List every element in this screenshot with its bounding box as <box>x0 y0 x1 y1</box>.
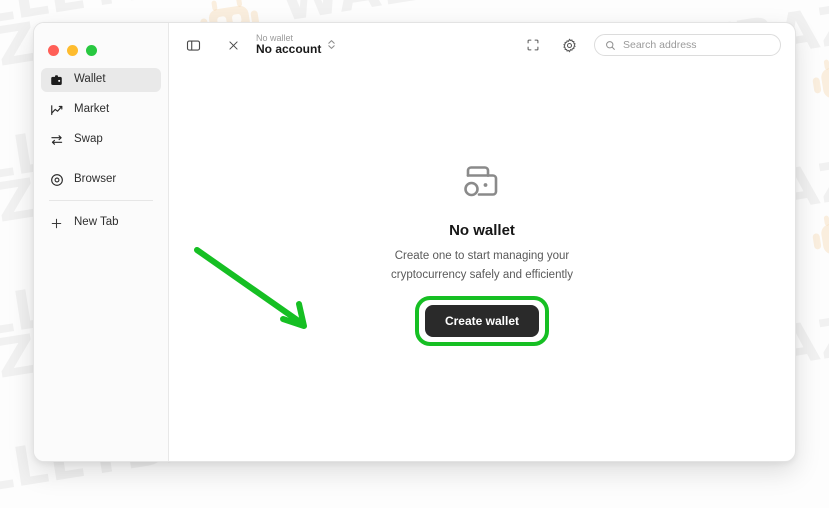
sidebar-item-swap[interactable]: Swap <box>41 128 161 152</box>
sidebar-item-market[interactable]: Market <box>41 98 161 122</box>
window-maximize-button[interactable] <box>86 45 97 56</box>
plus-icon <box>49 216 64 231</box>
sidebar-panel-icon[interactable] <box>182 34 204 56</box>
search-icon <box>605 40 616 51</box>
application-window: Wallet Market Swap Browser New Tab No wa… <box>33 22 796 462</box>
sidebar-item-browser[interactable]: Browser <box>41 168 161 192</box>
empty-state: No wallet Create one to start managing y… <box>380 163 585 346</box>
sidebar-navigation: Wallet Market Swap Browser New Tab <box>34 61 168 235</box>
sidebar-item-new-tab[interactable]: New Tab <box>41 211 161 235</box>
window-minimize-button[interactable] <box>67 45 78 56</box>
page-title: No wallet <box>449 222 515 240</box>
search-placeholder: Search address <box>623 39 697 51</box>
toolbar: No wallet No account Search address <box>169 23 795 67</box>
watermark-bot-icon <box>807 205 829 276</box>
sidebar-item-wallet[interactable]: Wallet <box>41 68 161 92</box>
window-close-button[interactable] <box>48 45 59 56</box>
account-title: No account <box>256 42 322 57</box>
account-selector[interactable]: No wallet No account <box>256 33 336 57</box>
sidebar-item-label: Wallet <box>74 73 106 86</box>
wallet-icon <box>49 73 64 88</box>
main-area: No wallet No account Search address No w… <box>169 23 795 461</box>
search-input[interactable]: Search address <box>594 34 781 56</box>
sidebar-item-label: Market <box>74 103 110 116</box>
empty-state-description: Create one to start managing your crypto… <box>391 250 573 281</box>
expand-fullscreen-icon[interactable] <box>522 34 544 56</box>
sidebar-item-label: Browser <box>74 173 117 186</box>
sidebar-divider <box>49 200 153 201</box>
chart-line-icon <box>49 103 64 118</box>
content-area: No wallet Create one to start managing y… <box>169 67 795 461</box>
sidebar-item-label: Swap <box>74 133 103 146</box>
watermark-bot-icon <box>807 49 829 120</box>
create-wallet-button[interactable]: Create wallet <box>424 304 540 337</box>
window-traffic-lights <box>34 31 168 61</box>
cta-wrapper: Create wallet <box>414 295 550 346</box>
sidebar: Wallet Market Swap Browser New Tab <box>34 23 169 461</box>
sidebar-item-label: New Tab <box>74 216 119 229</box>
account-texts: No wallet No account <box>256 33 321 57</box>
swap-arrows-icon <box>49 133 64 148</box>
toolbar-right-group: Search address <box>522 34 781 56</box>
wallet-empty-icon <box>460 163 504 208</box>
close-x-icon[interactable] <box>222 34 244 56</box>
compass-icon <box>49 173 64 188</box>
gear-icon[interactable] <box>558 34 580 56</box>
chevron-updown-icon <box>327 38 336 51</box>
